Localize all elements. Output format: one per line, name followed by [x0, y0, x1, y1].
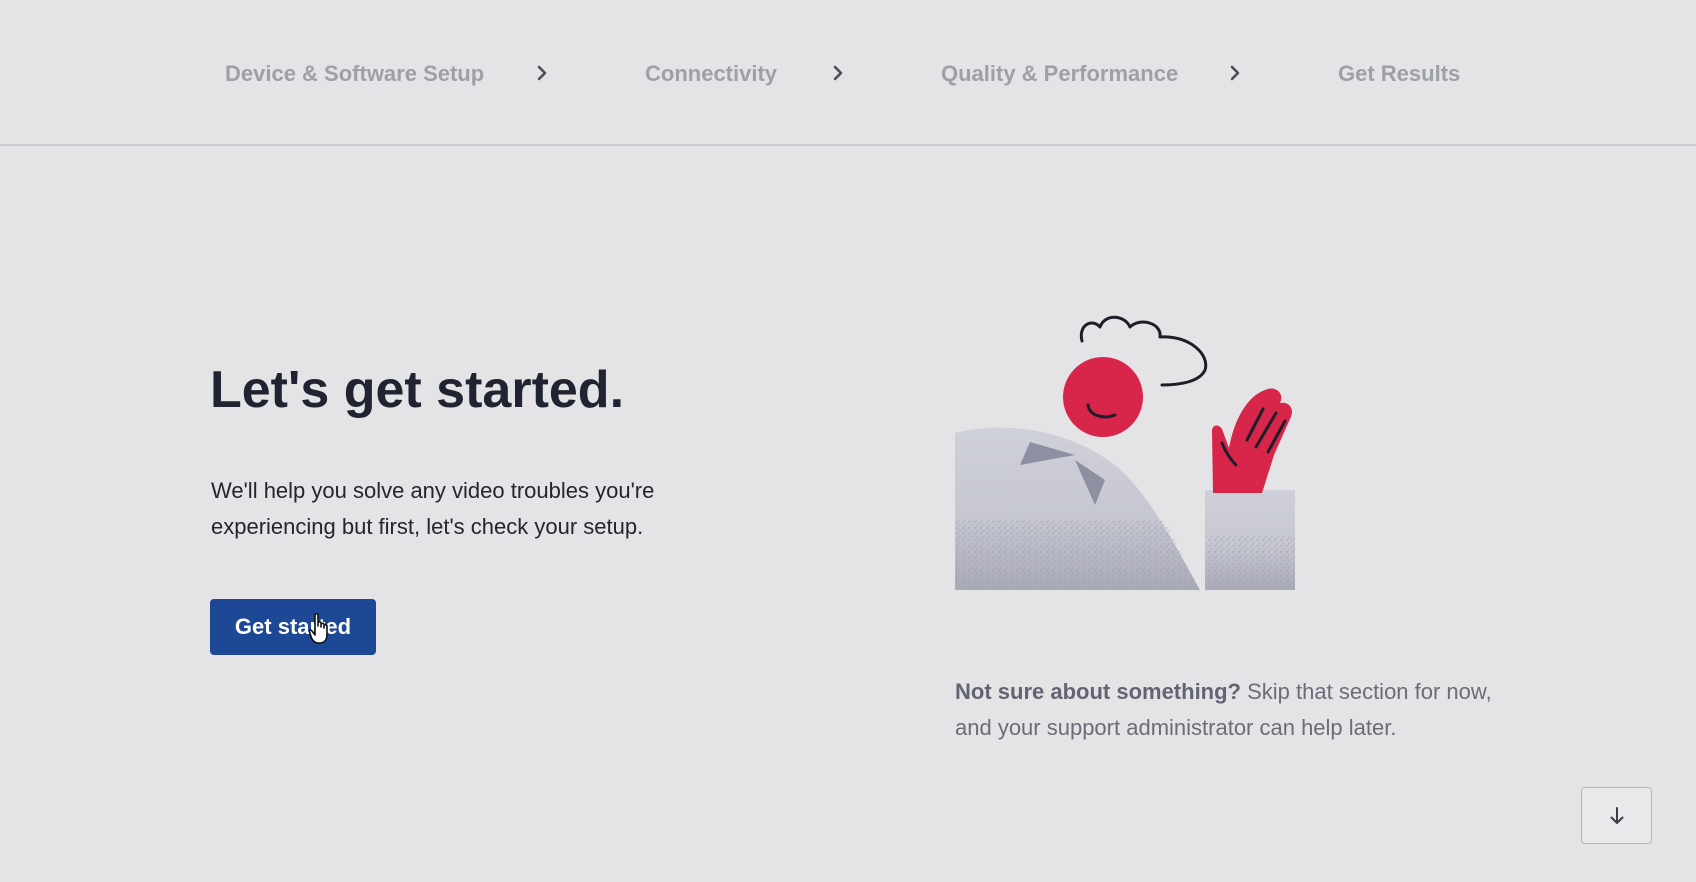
chevron-right-icon: [1230, 65, 1240, 81]
hero-description: We'll help you solve any video troubles …: [211, 478, 655, 539]
get-started-button[interactable]: Get started: [210, 599, 376, 655]
waving-person-illustration: [955, 315, 1295, 590]
page-title: Let's get started.: [210, 361, 625, 419]
chevron-right-icon: [833, 65, 843, 81]
step-get-results[interactable]: Get Results: [1338, 60, 1460, 88]
help-note-emphasis: Not sure about something?: [955, 679, 1241, 704]
scroll-down-button[interactable]: [1581, 787, 1652, 844]
help-note: Not sure about something? Skip that sect…: [955, 674, 1515, 746]
step-connectivity[interactable]: Connectivity: [645, 60, 777, 88]
chevron-right-icon: [537, 65, 547, 81]
arrow-down-icon: [1610, 806, 1623, 824]
setup-stepper: Device & Software Setup Connectivity Qua…: [0, 0, 1696, 146]
page: Device & Software Setup Connectivity Qua…: [0, 0, 1696, 882]
step-device-software-setup[interactable]: Device & Software Setup: [225, 60, 484, 88]
step-quality-performance[interactable]: Quality & Performance: [941, 60, 1178, 88]
